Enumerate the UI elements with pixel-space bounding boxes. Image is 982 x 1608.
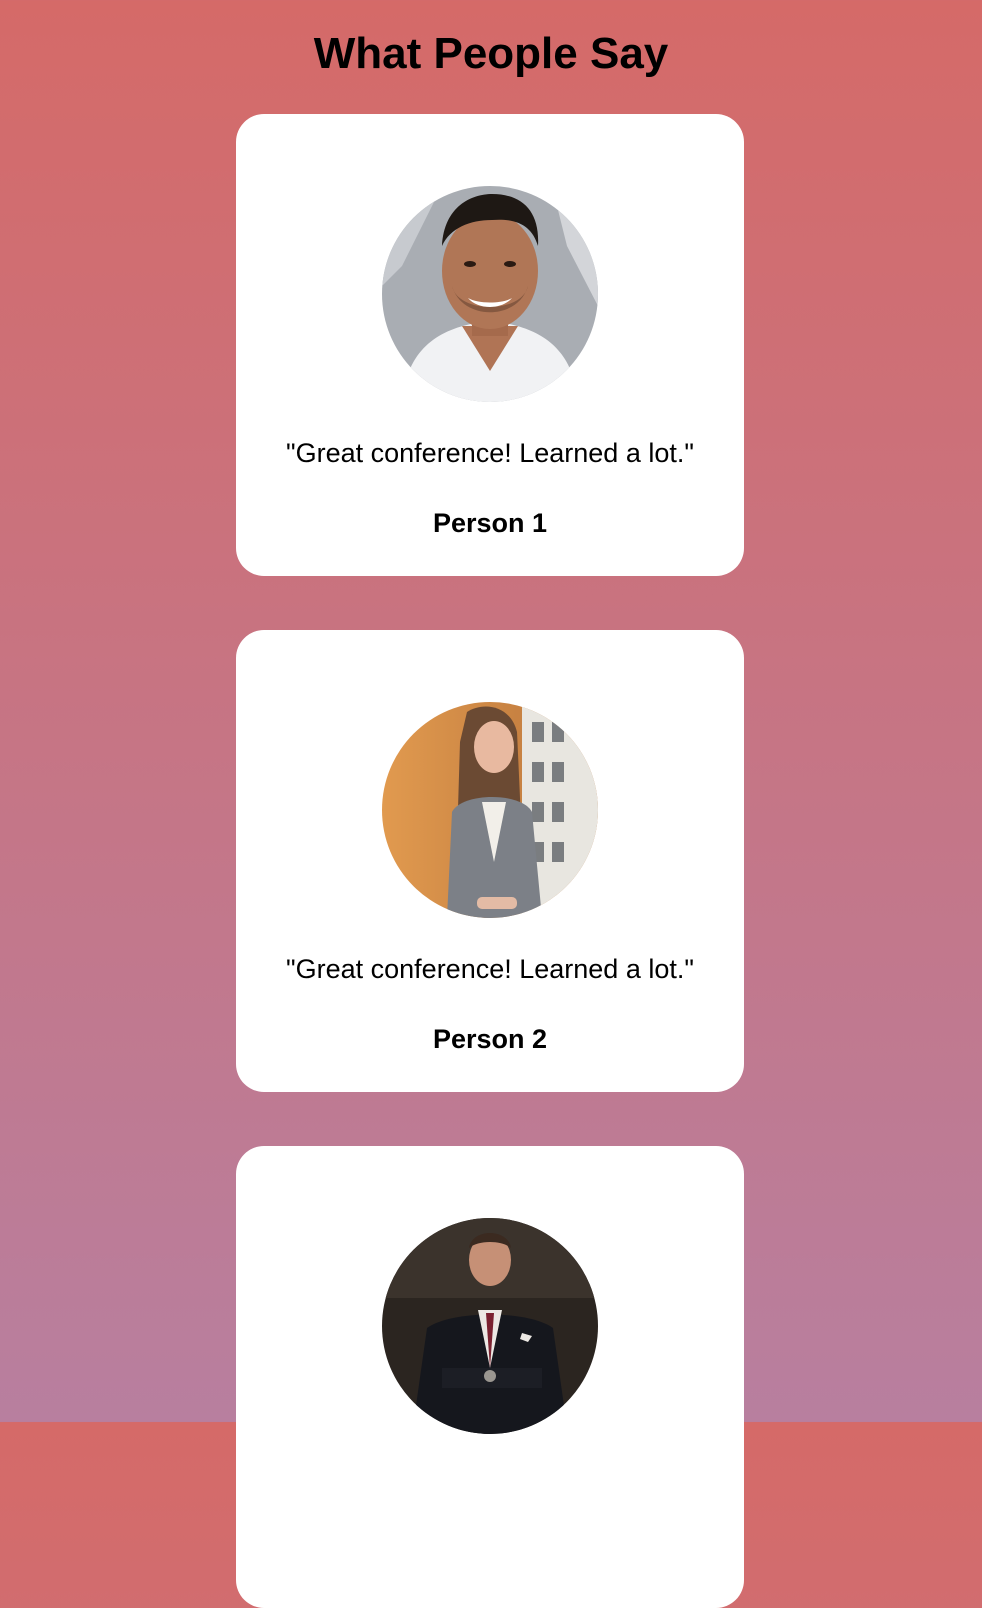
avatar (382, 186, 598, 402)
testimonial-quote: "Great conference! Learned a lot." (286, 954, 694, 984)
page-title: What People Say (313, 29, 669, 78)
testimonial-quote: "Great conference! Learned a lot." (286, 438, 694, 468)
avatar (382, 1218, 598, 1434)
testimonial-author: Person 2 (432, 1024, 548, 1054)
testimonial-card: "Great conference! Learned a lot." Perso… (236, 630, 744, 1092)
testimonial-card (236, 1146, 744, 1608)
avatar (382, 702, 598, 918)
testimonial-author: Person 1 (432, 508, 548, 538)
testimonial-card: "Great conference! Learned a lot." Perso… (236, 114, 744, 576)
